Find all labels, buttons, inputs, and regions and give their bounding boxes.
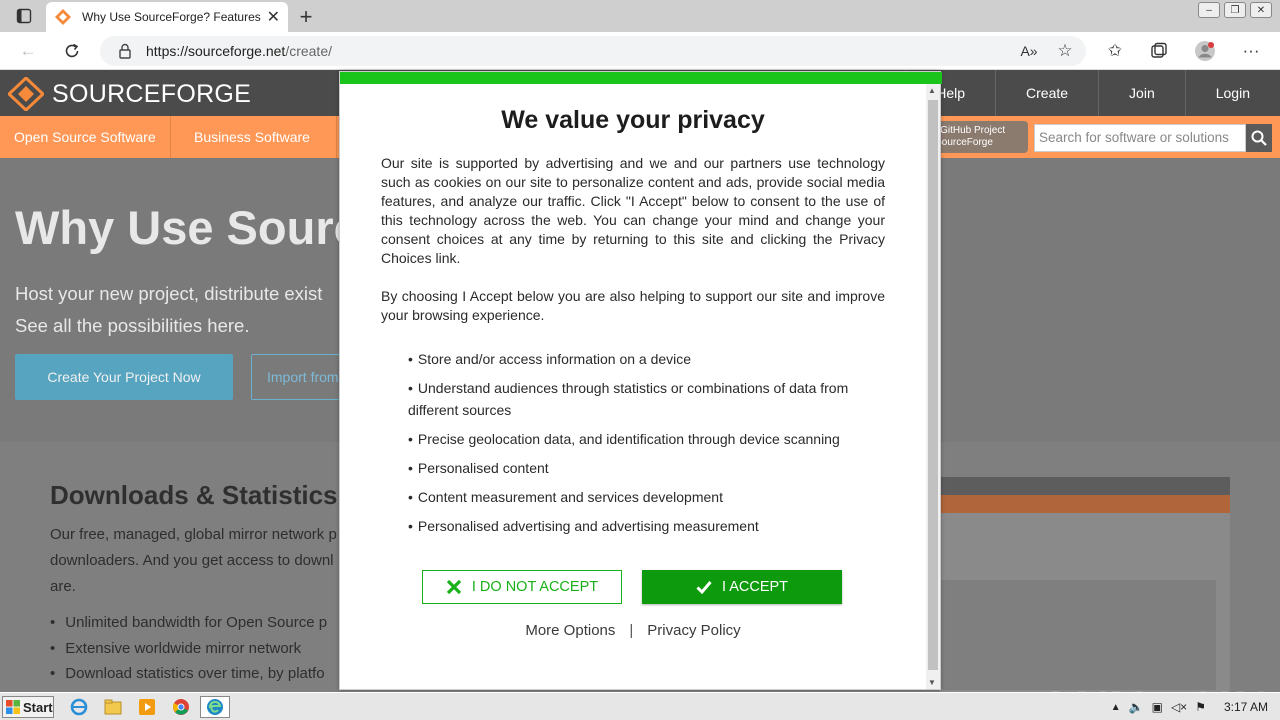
scroll-up-icon[interactable]: ▲ bbox=[928, 86, 936, 95]
subnav-open-source[interactable]: Open Source Software bbox=[0, 116, 171, 158]
file-explorer-icon[interactable] bbox=[102, 697, 124, 717]
new-tab-icon[interactable]: + bbox=[294, 4, 318, 30]
sourceforge-logo-icon bbox=[8, 77, 44, 111]
collections-icon[interactable] bbox=[1148, 40, 1170, 62]
checkmark-icon bbox=[696, 580, 712, 594]
favorites-icon[interactable]: ✩ bbox=[1104, 40, 1126, 62]
tab-actions-icon[interactable] bbox=[10, 6, 38, 26]
hero-subtitle: Host your new project, distribute exist … bbox=[15, 283, 323, 336]
privacy-policy-link[interactable]: Privacy Policy bbox=[647, 622, 740, 639]
close-window-icon[interactable]: ✕ bbox=[1250, 2, 1272, 18]
network-icon[interactable]: ▣ bbox=[1152, 700, 1163, 714]
site-top-nav: Help Create Join Login bbox=[905, 70, 1280, 116]
volume-icon[interactable]: 🔈 bbox=[1129, 700, 1144, 714]
tab-close-icon[interactable]: ✕ bbox=[267, 7, 280, 27]
more-options-link[interactable]: More Options bbox=[525, 622, 615, 639]
downloads-description: Our free, managed, global mirror network… bbox=[50, 526, 337, 595]
browser-tab-bar: Why Use SourceForge? Features a ✕ + ‒ ❐ … bbox=[0, 0, 1280, 32]
clock: 3:17 AM bbox=[1223, 700, 1268, 714]
url-path: /create/ bbox=[285, 43, 333, 59]
create-project-button[interactable]: Create Your Project Now bbox=[15, 354, 233, 400]
do-not-accept-button[interactable]: I DO NOT ACCEPT bbox=[422, 570, 622, 604]
list-item: Download statistics over time, by platfo bbox=[50, 661, 340, 687]
do-not-accept-label: I DO NOT ACCEPT bbox=[471, 579, 599, 595]
thumb-body bbox=[940, 580, 1216, 690]
logo-text: SOURCEFORGE bbox=[52, 79, 252, 108]
downloads-list: Unlimited bandwidth for Open Source p Ex… bbox=[50, 610, 340, 687]
action-center-flag-icon[interactable]: ⚑ bbox=[1195, 700, 1206, 714]
nav-login[interactable]: Login bbox=[1184, 70, 1280, 116]
list-item: Precise geolocation data, and identifica… bbox=[408, 428, 878, 450]
start-button[interactable]: Start bbox=[2, 696, 54, 718]
back-icon[interactable]: ← bbox=[17, 40, 39, 62]
settings-more-icon[interactable]: ··· bbox=[1240, 40, 1262, 62]
browser-tab-active[interactable]: Why Use SourceForge? Features a ✕ bbox=[46, 2, 288, 32]
accept-label: I ACCEPT bbox=[721, 579, 789, 595]
import-button[interactable]: Import from bbox=[251, 354, 351, 400]
site-search-input[interactable]: Search for software or solutions bbox=[1034, 124, 1246, 152]
dialog-top-bar bbox=[340, 72, 942, 84]
system-tray: ▲ 🔈 ▣ ◁× ⚑ 3:17 AM bbox=[1111, 693, 1280, 720]
list-item: Extensive worldwide mirror network bbox=[50, 636, 340, 662]
browser-nav-bar: ← https://sourceforge.net/create/ A» ☆ ✩… bbox=[0, 32, 1280, 70]
site-search-button[interactable] bbox=[1246, 124, 1272, 152]
window-controls: ‒ ❐ ✕ bbox=[1198, 2, 1272, 18]
dialog-title: We value your privacy bbox=[501, 106, 765, 134]
nav-create[interactable]: Create bbox=[995, 70, 1098, 116]
os-taskbar: Start ▲ 🔈 ▣ ◁× ⚑ 3:17 AM bbox=[0, 692, 1280, 720]
thumb-orange-bar bbox=[940, 495, 1230, 513]
nav-join[interactable]: Join bbox=[1098, 70, 1185, 116]
anyrun-watermark: ANY RUN bbox=[1038, 682, 1270, 692]
internet-explorer-icon[interactable] bbox=[68, 697, 90, 717]
site-logo[interactable]: SOURCEFORGE bbox=[8, 77, 251, 111]
accept-button[interactable]: I ACCEPT bbox=[642, 570, 842, 604]
downloads-heading: Downloads & Statistics bbox=[50, 480, 338, 510]
url-host: https://sourceforge.net bbox=[146, 43, 286, 59]
media-player-icon[interactable] bbox=[136, 697, 158, 717]
dialog-links: More Options | Privacy Policy bbox=[340, 622, 926, 639]
read-aloud-icon[interactable]: A» bbox=[1018, 40, 1040, 62]
scrollbar-thumb[interactable] bbox=[928, 100, 938, 670]
list-item: Understand audiences through statistics … bbox=[408, 377, 878, 421]
dialog-scrollbar[interactable]: ▲ ▼ bbox=[926, 84, 940, 689]
profile-avatar-icon[interactable] bbox=[1194, 40, 1216, 62]
tray-expand-icon[interactable]: ▲ bbox=[1111, 702, 1121, 713]
tab-title: Why Use SourceForge? Features a bbox=[82, 10, 261, 24]
list-item: Personalised advertising and advertising… bbox=[408, 515, 878, 537]
subnav-business[interactable]: Business Software bbox=[168, 116, 337, 158]
chrome-icon[interactable] bbox=[170, 697, 192, 717]
list-item: Store and/or access information on a dev… bbox=[408, 348, 878, 370]
thumb-header bbox=[940, 477, 1230, 495]
windows-flag-icon bbox=[6, 700, 20, 714]
speaker-muted-icon[interactable]: ◁× bbox=[1171, 700, 1187, 714]
x-icon bbox=[446, 579, 462, 595]
list-item: Personalised content bbox=[408, 457, 878, 479]
purposes-list: Store and/or access information on a dev… bbox=[408, 348, 878, 544]
list-item: Content measurement and services develop… bbox=[408, 486, 878, 508]
search-icon bbox=[1251, 130, 1267, 146]
url-text: https://sourceforge.net/create/ bbox=[146, 43, 332, 59]
add-favorite-icon[interactable]: ☆ bbox=[1054, 40, 1076, 62]
lock-icon[interactable] bbox=[116, 42, 134, 60]
scroll-down-icon[interactable]: ▼ bbox=[928, 678, 936, 687]
edge-icon[interactable] bbox=[200, 696, 230, 718]
stats-screenshot-image bbox=[940, 477, 1230, 692]
address-bar[interactable]: https://sourceforge.net/create/ bbox=[100, 36, 1086, 66]
link-separator: | bbox=[629, 622, 634, 639]
restore-icon[interactable]: ❐ bbox=[1224, 2, 1246, 18]
refresh-icon[interactable] bbox=[61, 40, 83, 62]
list-item: Unlimited bandwidth for Open Source p bbox=[50, 610, 340, 636]
minimize-icon[interactable]: ‒ bbox=[1198, 2, 1220, 18]
hero-title: Why Use Source bbox=[15, 201, 386, 254]
dialog-paragraph-2: By choosing I Accept below you are also … bbox=[381, 288, 885, 323]
start-label: Start bbox=[23, 699, 53, 715]
dialog-paragraph-1: Our site is supported by advertising and… bbox=[381, 155, 885, 266]
privacy-consent-dialog: ▲ ▼ We value your privacy Our site is su… bbox=[339, 71, 942, 690]
sourceforge-favicon-icon bbox=[54, 8, 72, 26]
